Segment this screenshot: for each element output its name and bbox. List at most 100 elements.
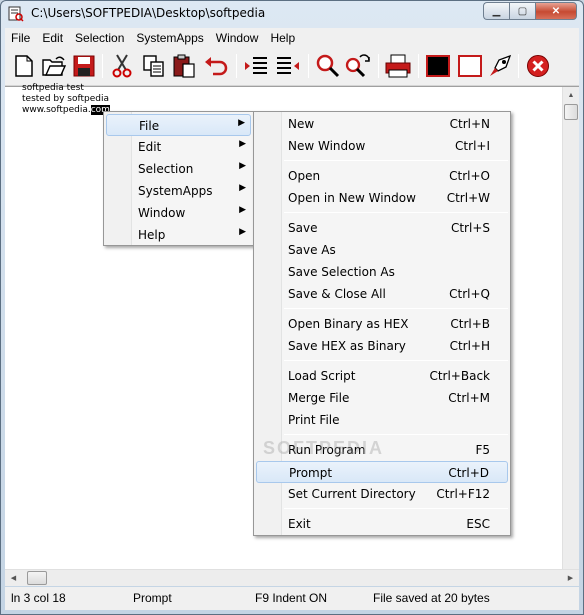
editor-content[interactable]: softpedia test tested by softpedia www.s… <box>22 83 110 116</box>
paste-icon[interactable] <box>171 53 197 79</box>
new-document-icon[interactable] <box>11 53 37 79</box>
context-menu-item-help[interactable]: Help ▶ <box>106 224 251 246</box>
menu-item-label: Save HEX as Binary <box>288 339 406 353</box>
undo-icon[interactable] <box>203 53 229 79</box>
menu-item-label: Window <box>138 206 186 220</box>
toolbar-separator <box>102 54 103 78</box>
editor-line: softpedia test <box>22 83 84 93</box>
menu-separator <box>284 212 508 213</box>
menu-item-save-close-all[interactable]: Save & Close All Ctrl+Q <box>256 283 508 305</box>
run-rocket-icon[interactable] <box>487 53 513 79</box>
submenu-arrow-icon: ▶ <box>239 227 246 237</box>
menu-item-new[interactable]: New Ctrl+N <box>256 113 508 135</box>
toolbar <box>5 48 579 86</box>
minimize-button[interactable]: ▁ <box>483 2 509 20</box>
title-bar[interactable]: C:\Users\SOFTPEDIA\Desktop\softpedia ▁ ▢… <box>1 1 583 27</box>
menu-window[interactable]: Window <box>210 31 265 45</box>
menu-item-shortcut: Ctrl+S <box>450 221 490 235</box>
exit-icon[interactable] <box>525 53 551 79</box>
app-icon <box>8 6 24 22</box>
editor-line: tested by softpedia <box>22 94 110 104</box>
menu-file[interactable]: File <box>5 31 36 45</box>
submenu-arrow-icon: ▶ <box>239 183 246 193</box>
submenu-arrow-icon: ▶ <box>239 205 246 215</box>
menu-item-print-file[interactable]: Print File <box>256 409 508 431</box>
status-mode: Prompt <box>133 591 172 605</box>
toolbar-separator <box>236 54 237 78</box>
copy-icon[interactable] <box>141 53 167 79</box>
menu-item-open[interactable]: Open Ctrl+O <box>256 165 508 187</box>
menu-item-label: Exit <box>288 517 311 531</box>
submenu-arrow-icon: ▶ <box>239 161 246 171</box>
menu-item-save-selection-as[interactable]: Save Selection As <box>256 261 508 283</box>
menu-item-shortcut: ESC <box>466 517 490 531</box>
menu-item-label: Save <box>288 221 318 235</box>
menu-separator <box>284 508 508 509</box>
cut-scissors-icon[interactable] <box>109 53 135 79</box>
horizontal-scrollbar[interactable]: ◀ ▶ <box>5 569 579 586</box>
menu-item-save-as[interactable]: Save As <box>256 239 508 261</box>
menu-item-shortcut: Ctrl+D <box>448 466 489 480</box>
save-disk-icon[interactable] <box>71 53 97 79</box>
menu-item-new-window[interactable]: New Window Ctrl+I <box>256 135 508 157</box>
close-button[interactable]: ✕ <box>535 2 577 20</box>
status-indent: F9 Indent ON <box>255 591 328 605</box>
menu-item-label: Open Binary as HEX <box>288 317 409 331</box>
menu-item-open-in-new-window[interactable]: Open in New Window Ctrl+W <box>256 187 508 209</box>
menu-selection[interactable]: Selection <box>69 31 130 45</box>
open-folder-icon[interactable] <box>41 53 67 79</box>
menu-item-merge-file[interactable]: Merge File Ctrl+M <box>256 387 508 409</box>
black-background-icon[interactable] <box>425 53 451 79</box>
menu-item-save-hex-as-binary[interactable]: Save HEX as Binary Ctrl+H <box>256 335 508 357</box>
toolbar-separator <box>418 54 419 78</box>
context-menu: File ▶ Edit ▶ Selection ▶ SystemApps ▶ Windo… <box>103 111 254 246</box>
menu-item-label: SystemApps <box>138 184 213 198</box>
menu-item-label: File <box>139 119 160 133</box>
scroll-right-icon[interactable]: ▶ <box>562 570 579 586</box>
menu-item-prompt[interactable]: Prompt Ctrl+D <box>256 461 508 483</box>
menu-item-set-current-directory[interactable]: Set Current Directory Ctrl+F12 <box>256 483 508 505</box>
context-menu-item-file[interactable]: File ▶ <box>106 114 251 136</box>
menu-separator <box>284 160 508 161</box>
white-background-icon[interactable] <box>457 53 483 79</box>
menu-item-label: Open <box>288 169 321 183</box>
menu-item-load-script[interactable]: Load Script Ctrl+Back <box>256 365 508 387</box>
menu-edit[interactable]: Edit <box>36 31 69 45</box>
menu-item-exit[interactable]: Exit ESC <box>256 513 508 535</box>
menu-systemapps[interactable]: SystemApps <box>130 31 209 45</box>
context-menu-item-edit[interactable]: Edit ▶ <box>106 136 251 158</box>
replace-icon[interactable] <box>345 53 371 79</box>
menu-item-shortcut: F5 <box>475 443 490 457</box>
find-icon[interactable] <box>315 53 341 79</box>
indent-icon[interactable] <box>243 53 269 79</box>
menu-item-label: Load Script <box>288 369 356 383</box>
menu-item-save[interactable]: Save Ctrl+S <box>256 217 508 239</box>
horizontal-scroll-thumb[interactable] <box>27 571 47 585</box>
menu-item-label: Merge File <box>288 391 350 405</box>
context-menu-item-window[interactable]: Window ▶ <box>106 202 251 224</box>
vertical-scrollbar[interactable]: ▲ <box>562 87 579 570</box>
menu-item-label: Prompt <box>289 466 333 480</box>
menu-item-open-binary-as-hex[interactable]: Open Binary as HEX Ctrl+B <box>256 313 508 335</box>
maximize-button[interactable]: ▢ <box>509 2 535 20</box>
watermark: SOFTPEDIA <box>263 438 385 458</box>
submenu-arrow-icon: ▶ <box>239 139 246 149</box>
menu-item-label: Help <box>138 228 166 242</box>
menu-item-shortcut: Ctrl+Q <box>449 287 490 301</box>
menu-help[interactable]: Help <box>264 31 301 45</box>
menu-bar: File Edit Selection SystemApps Window He… <box>5 28 579 48</box>
menu-item-shortcut: Ctrl+O <box>449 169 490 183</box>
print-icon[interactable] <box>385 53 411 79</box>
menu-item-label: Set Current Directory <box>288 487 416 501</box>
menu-item-shortcut: Ctrl+N <box>449 117 490 131</box>
context-menu-item-systemapps[interactable]: SystemApps ▶ <box>106 180 251 202</box>
menu-separator <box>284 308 508 309</box>
vertical-scroll-thumb[interactable] <box>564 104 578 120</box>
menu-item-label: Edit <box>138 140 162 154</box>
scroll-up-icon[interactable]: ▲ <box>563 87 579 104</box>
scroll-left-icon[interactable]: ◀ <box>5 570 22 586</box>
menu-item-shortcut: Ctrl+B <box>450 317 490 331</box>
outdent-icon[interactable] <box>275 53 301 79</box>
editor-line-text: www.softpedia. <box>22 105 91 115</box>
context-menu-item-selection[interactable]: Selection ▶ <box>106 158 251 180</box>
